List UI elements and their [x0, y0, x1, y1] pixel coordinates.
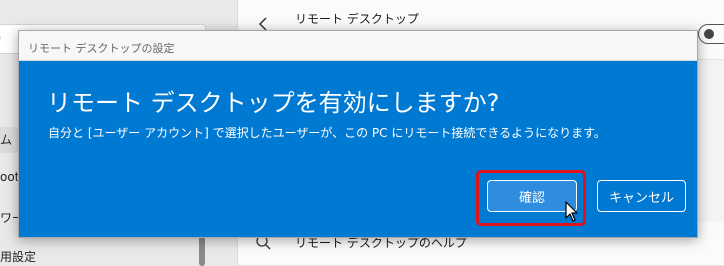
dialog-heading: リモート デスクトップを有効にしますか?: [47, 89, 500, 117]
remote-desktop-dialog: リモート デスクトップの設定 リモート デスクトップを有効にしますか? 自分と …: [18, 30, 698, 238]
cancel-button[interactable]: キャンセル: [597, 180, 686, 212]
remote-desktop-toggle[interactable]: [698, 24, 724, 44]
dialog-description: 自分と [ユーザー アカウント] で選択したユーザーが、この PC にリモート接…: [48, 126, 606, 140]
dialog-body: リモート デスクトップを有効にしますか? 自分と [ユーザー アカウント] で選…: [19, 61, 697, 237]
nav-item-label: oot: [0, 170, 20, 184]
mouse-pointer-icon: [565, 201, 578, 222]
screen: 索 ム oot ワー 用設定 リモート デスクトップ リモート デスクトップのヘ…: [0, 0, 724, 266]
remote-desktop-title: リモート デスクトップ: [295, 12, 419, 26]
dialog-title: リモート デスクトップの設定: [19, 31, 697, 61]
nav-item-label: 用設定: [0, 250, 37, 264]
search-fragment: 索: [0, 31, 1, 48]
nav-item-label: ム: [0, 133, 13, 147]
